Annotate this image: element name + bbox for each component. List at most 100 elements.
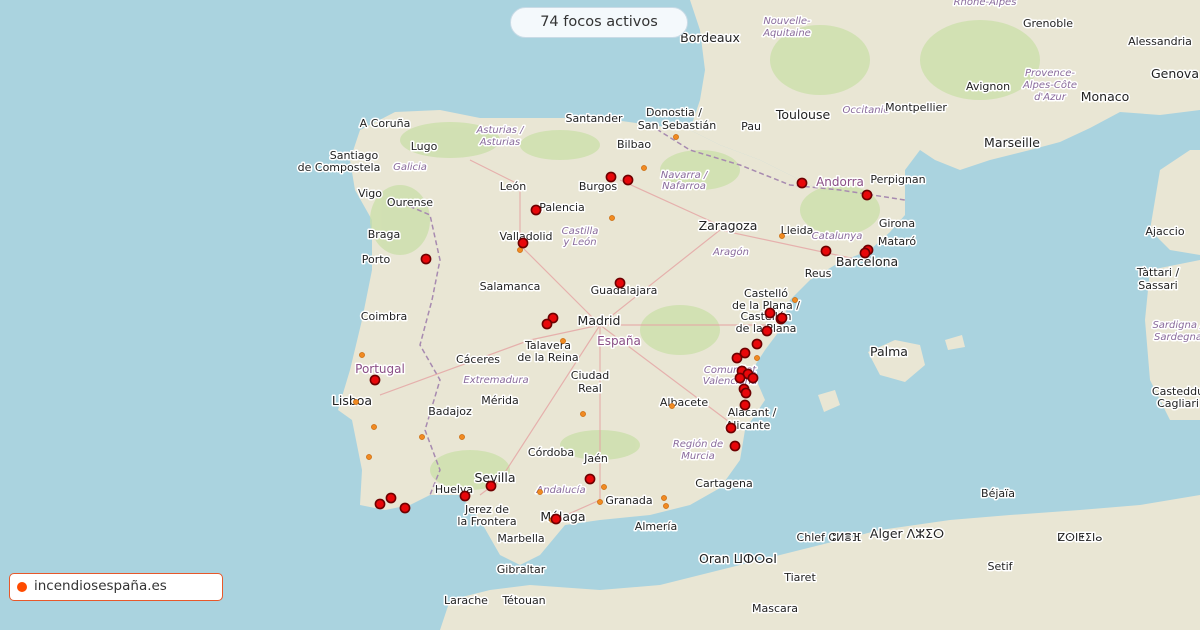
- fire-marker-minor[interactable]: [661, 495, 667, 501]
- label-tiaret: Tiaret: [783, 571, 816, 584]
- fire-marker-minor[interactable]: [419, 434, 425, 440]
- brand-label: incendiosespaña.es: [34, 578, 167, 594]
- label-donostia2: San Sebastián: [638, 119, 717, 132]
- fire-marker-major[interactable]: [740, 387, 752, 399]
- label-donostia1: Donostia /: [646, 106, 702, 119]
- fire-marker-major[interactable]: [725, 422, 737, 434]
- fire-marker-major[interactable]: [861, 189, 873, 201]
- fire-marker-minor[interactable]: [597, 499, 603, 505]
- label-catalunya: Catalunya: [812, 231, 863, 242]
- label-galicia: Galicia: [393, 162, 427, 173]
- fire-map[interactable]: A CoruñaLugoSantiagode Compostela Galicia…: [0, 0, 1200, 630]
- label-cartagena: Cartagena: [695, 477, 752, 490]
- fire-marker-minor[interactable]: [669, 403, 675, 409]
- label-navarra2: Nafarroa: [662, 181, 706, 192]
- label-alger: Alger ⴷⵣⵉⵔ: [870, 526, 944, 541]
- label-occitanie: Occitanie: [843, 105, 890, 116]
- label-oran: Oran ⵡⵀⵔⴰⵏ: [699, 551, 777, 566]
- label-larache: Larache: [444, 594, 488, 607]
- label-santander: Santander: [566, 112, 623, 125]
- label-malaga: Málaga: [540, 509, 585, 524]
- label-mascara: Mascara: [752, 602, 798, 615]
- fire-marker-major[interactable]: [399, 502, 411, 514]
- brand-dot-icon: [17, 582, 27, 592]
- fire-marker-major[interactable]: [420, 253, 432, 265]
- fire-marker-major[interactable]: [751, 338, 763, 350]
- label-constantine: ⵇⵙⵏⵟⵉⵏⴰ: [1058, 531, 1103, 544]
- fire-marker-major[interactable]: [776, 312, 788, 324]
- fire-marker-minor[interactable]: [353, 399, 359, 405]
- fire-marker-major[interactable]: [859, 247, 871, 259]
- label-marseille: Marseille: [984, 135, 1040, 150]
- fire-marker-minor[interactable]: [779, 233, 785, 239]
- label-extremadura: Extremadura: [463, 375, 528, 386]
- label-andalucia: Andalucía: [535, 484, 585, 496]
- fire-marker-minor[interactable]: [459, 434, 465, 440]
- fire-marker-major[interactable]: [369, 374, 381, 386]
- fire-marker-major[interactable]: [459, 490, 471, 502]
- label-tetouan: Tétouan: [501, 594, 545, 607]
- fire-marker-major[interactable]: [796, 177, 808, 189]
- fire-marker-major[interactable]: [517, 237, 529, 249]
- fire-marker-minor[interactable]: [537, 489, 543, 495]
- label-asturias1: Asturias /: [475, 125, 525, 136]
- label-bejaia: Béjaïa: [981, 487, 1015, 500]
- fire-marker-major[interactable]: [605, 171, 617, 183]
- fire-marker-minor[interactable]: [609, 215, 615, 221]
- fire-marker-minor[interactable]: [663, 503, 669, 509]
- brand-badge[interactable]: incendiosespaña.es: [9, 573, 223, 601]
- fire-marker-major[interactable]: [761, 325, 773, 337]
- label-santiago2: de Compostela: [298, 161, 381, 174]
- fire-marker-minor[interactable]: [601, 484, 607, 490]
- label-murcia2: Murcia: [681, 451, 714, 462]
- fire-marker-major[interactable]: [374, 498, 386, 510]
- label-granada: Granada: [605, 494, 652, 507]
- fire-marker-major[interactable]: [530, 204, 542, 216]
- active-fires-counter: 74 focos activos: [510, 7, 688, 38]
- fire-marker-minor[interactable]: [641, 165, 647, 171]
- label-lugo: Lugo: [411, 140, 438, 153]
- fire-marker-major[interactable]: [764, 307, 776, 319]
- fire-marker-minor[interactable]: [560, 338, 566, 344]
- fire-marker-minor[interactable]: [359, 352, 365, 358]
- label-marbella: Marbella: [497, 532, 544, 545]
- label-cagliari2: Cagliari: [1157, 397, 1199, 410]
- label-pau: Pau: [741, 120, 761, 133]
- fire-marker-minor[interactable]: [371, 424, 377, 430]
- label-provence2: Alpes-Côte: [1022, 79, 1077, 91]
- label-chlef: Chlef ⵛⵍⴻⴼ: [797, 531, 862, 544]
- fire-marker-major[interactable]: [731, 352, 743, 364]
- label-asturias2: Asturias: [479, 137, 521, 148]
- fire-marker-minor[interactable]: [673, 134, 679, 140]
- label-ourense: Ourense: [387, 196, 433, 209]
- fire-marker-major[interactable]: [622, 174, 634, 186]
- label-rhone: Rhône-Alpes: [954, 0, 1017, 8]
- fire-marker-major[interactable]: [385, 492, 397, 504]
- fire-marker-major[interactable]: [485, 480, 497, 492]
- label-acoruna: A Coruña: [360, 117, 411, 130]
- fire-marker-major[interactable]: [584, 473, 596, 485]
- label-jaen: Jaén: [583, 452, 608, 465]
- fire-marker-major[interactable]: [729, 440, 741, 452]
- label-sardegna1: Sardigna /: [1152, 320, 1200, 331]
- fire-marker-major[interactable]: [614, 277, 626, 289]
- label-nouvelle1: Nouvelle-: [763, 16, 811, 27]
- label-lleida: Lleida: [781, 224, 814, 237]
- fire-marker-major[interactable]: [541, 318, 553, 330]
- fire-marker-major[interactable]: [734, 372, 746, 384]
- label-perpignan: Perpignan: [870, 173, 925, 186]
- label-bilbao: Bilbao: [617, 138, 651, 151]
- fire-marker-major[interactable]: [747, 372, 759, 384]
- fire-marker-major[interactable]: [739, 399, 751, 411]
- fire-marker-minor[interactable]: [792, 297, 798, 303]
- fire-marker-major[interactable]: [550, 513, 562, 525]
- fire-marker-minor[interactable]: [754, 355, 760, 361]
- label-aragon: Aragón: [712, 246, 749, 258]
- fire-marker-major[interactable]: [820, 245, 832, 257]
- label-avignon: Avignon: [966, 80, 1010, 93]
- label-monaco: Monaco: [1081, 89, 1130, 104]
- label-palencia: Palencia: [539, 201, 585, 214]
- fire-marker-minor[interactable]: [580, 411, 586, 417]
- fire-marker-minor[interactable]: [366, 454, 372, 460]
- label-madrid: Madrid: [578, 313, 621, 328]
